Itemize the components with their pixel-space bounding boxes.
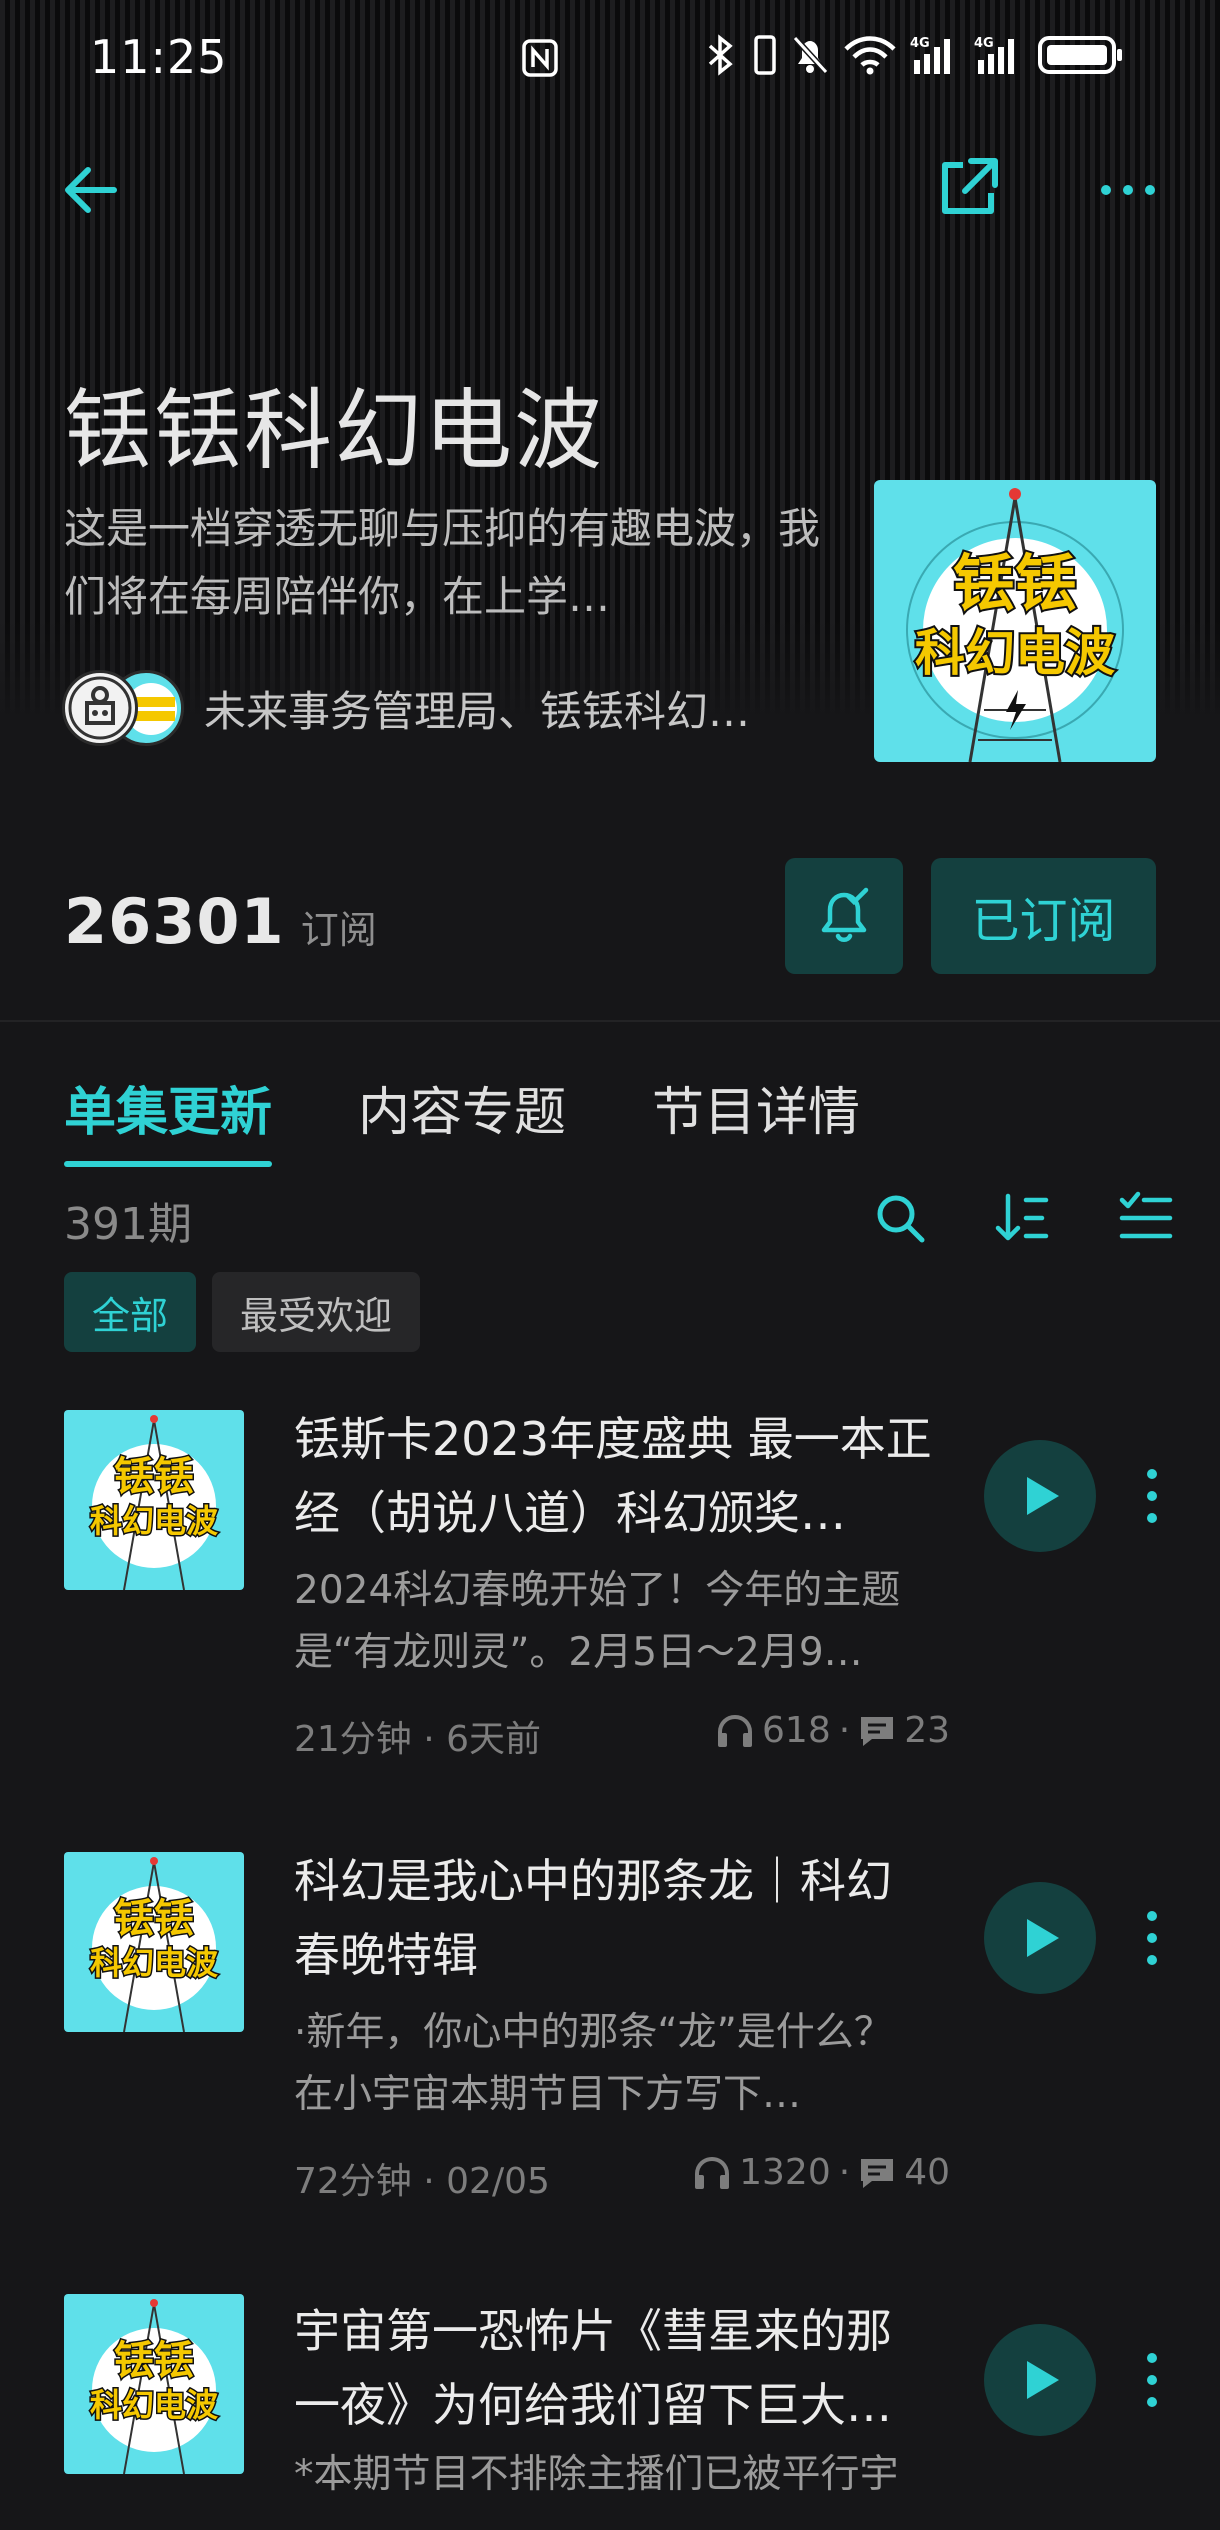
battery-icon bbox=[1038, 36, 1122, 74]
episode-title: 宇宙第一恐怖片《彗星来的那一夜》为何给我们留下巨大… bbox=[294, 2304, 892, 2432]
wifi-icon bbox=[844, 36, 896, 75]
play-icon bbox=[1027, 1919, 1059, 1957]
signal-icon-1: 4G bbox=[910, 36, 950, 74]
authors-text: 未来事务管理局、铥铥科幻… bbox=[204, 686, 751, 736]
section-divider bbox=[0, 1020, 1220, 1022]
sort-icon[interactable] bbox=[994, 1190, 1050, 1246]
play-button[interactable] bbox=[984, 2324, 1096, 2436]
subscriber-stats: 26301 订阅 bbox=[64, 885, 377, 958]
episode-duration-date: 21分钟 · 6天前 bbox=[294, 1719, 542, 1760]
episode-description: *本期节目不排除主播们已被平行宇 bbox=[294, 2452, 899, 2497]
svg-text:4G: 4G bbox=[974, 36, 994, 51]
episode-description: ·新年，你心中的那条“龙”是什么？ 在小宇宙本期节目下方写下… bbox=[294, 2010, 893, 2117]
svg-text:铥铥: 铥铥 bbox=[114, 1896, 194, 1942]
episode-cover: 铥铥 科幻电波 bbox=[64, 1410, 244, 1590]
more-options-icon[interactable] bbox=[1100, 180, 1156, 200]
episode-title: 铥斯卡2023年度盛典 最一本正经（胡说八道）科幻颁奖… bbox=[294, 1412, 932, 1540]
tab-details[interactable]: 节目详情 bbox=[652, 1070, 860, 1167]
bluetooth-icon bbox=[708, 34, 733, 76]
author-avatar-1 bbox=[62, 670, 138, 746]
status-time: 11:25 bbox=[90, 30, 228, 84]
status-bar: 11:25 4G 4G bbox=[0, 0, 1220, 120]
filter-all[interactable]: 全部 bbox=[64, 1272, 197, 1352]
nfc-icon bbox=[522, 39, 558, 77]
svg-text:科幻电波: 科幻电波 bbox=[90, 2386, 218, 2424]
episode-cover: 铥铥 科幻电波 bbox=[64, 1852, 244, 2032]
play-button[interactable] bbox=[984, 1440, 1096, 1552]
status-icons: 4G 4G bbox=[704, 34, 1124, 76]
headphones-icon bbox=[718, 1714, 753, 1747]
tab-episodes[interactable]: 单集更新 bbox=[64, 1070, 273, 1167]
episode-more-icon[interactable] bbox=[1142, 2350, 1162, 2410]
podcast-description[interactable]: 这是一档穿透无聊与压抑的有趣电波，我们将在每周陪伴你，在上学… bbox=[64, 495, 824, 631]
tab-bar: 单集更新 内容专题 节目详情 bbox=[64, 1070, 860, 1167]
comment-count: 40 bbox=[904, 2152, 950, 2193]
episode-count: 391期 bbox=[64, 1199, 192, 1250]
svg-text:4G: 4G bbox=[910, 36, 930, 51]
bell-check-icon bbox=[821, 887, 869, 942]
play-count: 618 bbox=[762, 1710, 831, 1751]
svg-text:科幻电波: 科幻电波 bbox=[90, 1502, 218, 1540]
subscriber-label: 订阅 bbox=[300, 908, 377, 952]
search-icon[interactable] bbox=[872, 1190, 928, 1246]
podcast-title: 铥铥科幻电波 bbox=[64, 379, 605, 482]
comment-count: 23 bbox=[904, 1710, 950, 1751]
comment-icon bbox=[861, 2158, 894, 2188]
mute-bell-icon bbox=[792, 35, 829, 75]
svg-text:科幻电波: 科幻电波 bbox=[915, 624, 1115, 682]
podcast-authors[interactable]: 未来事务管理局、铥铥科幻… bbox=[62, 670, 750, 746]
comment-icon bbox=[861, 1716, 894, 1746]
tab-topics[interactable]: 内容专题 bbox=[358, 1070, 566, 1167]
signal-icon-2: 4G bbox=[974, 36, 1014, 74]
episode-item[interactable]: 铥铥 科幻电波 科幻是我心中的那条龙｜科幻春晚特辑 ·新年，你心中的那条“龙”是… bbox=[0, 1852, 1220, 2252]
play-button[interactable] bbox=[984, 1882, 1096, 1994]
episode-duration-date: 72分钟 · 02/05 bbox=[294, 2161, 550, 2202]
podcast-cover: 铥铥 科幻电波 bbox=[874, 480, 1156, 762]
share-icon[interactable] bbox=[935, 155, 1001, 221]
filter-popular[interactable]: 最受欢迎 bbox=[212, 1272, 421, 1352]
svg-text:铥铥: 铥铥 bbox=[114, 2338, 194, 2384]
back-arrow-icon[interactable] bbox=[60, 160, 120, 220]
episode-more-icon[interactable] bbox=[1142, 1466, 1162, 1526]
episode-item[interactable]: 铥铥 科幻电波 铥斯卡2023年度盛典 最一本正经（胡说八道）科幻颁奖… 202… bbox=[0, 1410, 1220, 1810]
play-icon bbox=[1027, 2361, 1059, 2399]
svg-text:铥铥: 铥铥 bbox=[953, 547, 1077, 620]
svg-text:铥铥: 铥铥 bbox=[114, 1454, 194, 1500]
headphones-icon bbox=[695, 2156, 730, 2189]
episode-more-icon[interactable] bbox=[1142, 1908, 1162, 1968]
svg-text:科幻电波: 科幻电波 bbox=[90, 1944, 218, 1982]
play-count: 1320 bbox=[739, 2152, 831, 2193]
notification-bell-button[interactable] bbox=[785, 858, 903, 974]
vibrate-icon bbox=[754, 35, 776, 75]
episode-title: 科幻是我心中的那条龙｜科幻春晚特辑 bbox=[294, 1854, 892, 1982]
episode-meta: 21分钟 · 6天前 618 · 23 bbox=[294, 1710, 950, 1760]
episode-cover: 铥铥 科幻电波 bbox=[64, 2294, 244, 2474]
subscriber-count: 26301 bbox=[64, 885, 285, 958]
episode-description: 2024科幻春晚开始了！今年的主题是“有龙则灵”。2月5日～2月9… bbox=[294, 1568, 901, 1675]
episode-item[interactable]: 铥铥 科幻电波 宇宙第一恐怖片《彗星来的那一夜》为何给我们留下巨大… *本期节目… bbox=[0, 2294, 1220, 2530]
multi-select-icon[interactable] bbox=[1118, 1190, 1174, 1246]
play-icon bbox=[1027, 1477, 1059, 1515]
filter-chips: 全部 最受欢迎 bbox=[64, 1272, 421, 1352]
subscribed-button[interactable]: 已订阅 bbox=[931, 858, 1156, 974]
episode-meta: 72分钟 · 02/05 1320 · 40 bbox=[294, 2152, 950, 2202]
